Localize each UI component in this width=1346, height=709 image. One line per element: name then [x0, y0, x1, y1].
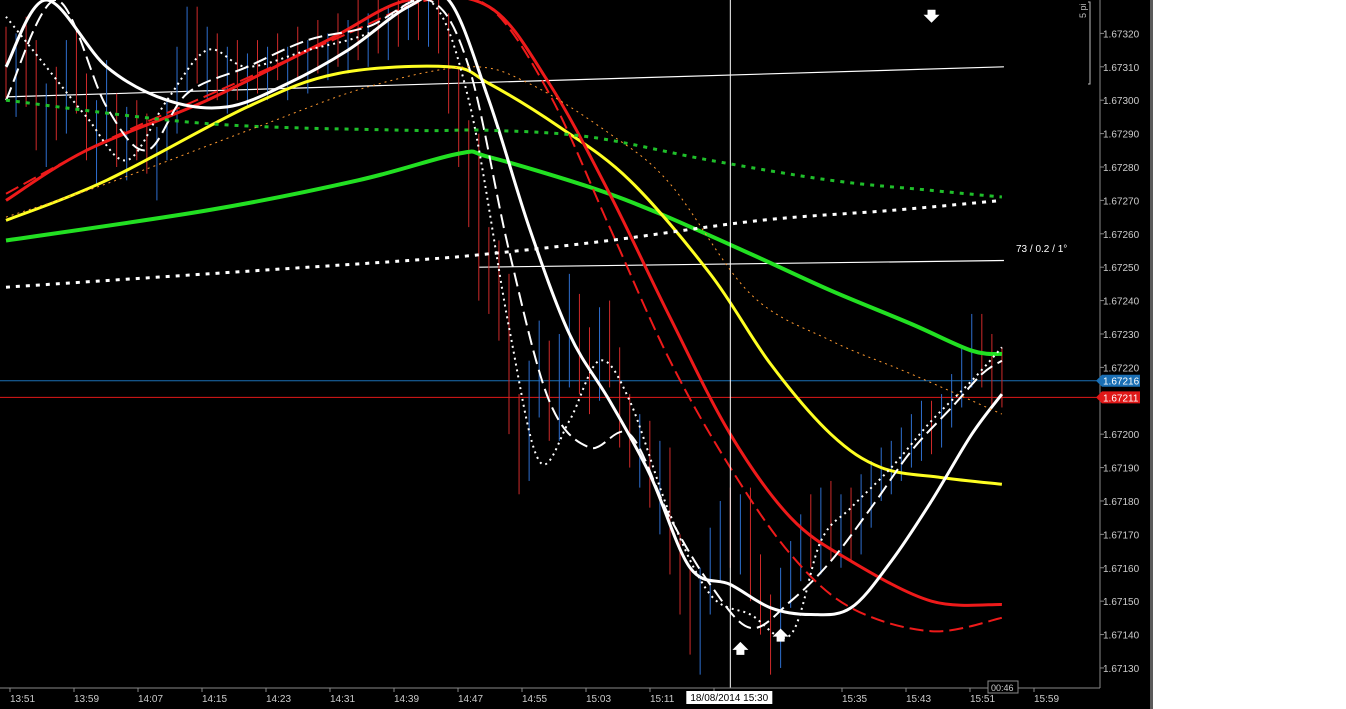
time-tick-label: 14:07 [138, 694, 163, 705]
arrow-up-icon[interactable] [732, 641, 749, 655]
moving-average-5 [5, 0, 1003, 630]
time-tick-label: 14:31 [330, 694, 355, 705]
window-border [1150, 0, 1153, 709]
time-tick-label: 15:43 [906, 694, 931, 705]
price-label-0: 1.67216 [1103, 377, 1140, 388]
price-tick-label: 1.67130 [1103, 664, 1140, 675]
price-tick-label: 1.67260 [1103, 230, 1140, 241]
price-tick-label: 1.67160 [1103, 564, 1140, 575]
price-tick-label: 1.67250 [1103, 263, 1140, 274]
candles-layer [5, 0, 1003, 675]
time-tick-label: 13:59 [74, 694, 99, 705]
price-tick-label: 1.67150 [1103, 597, 1140, 608]
price-label-1: 1.67211 [1103, 393, 1139, 404]
price-tick-label: 1.67200 [1103, 430, 1140, 441]
countdown-label: 00:46 [991, 683, 1014, 693]
crosshair-time-label: 18/08/2014 15:30 [690, 693, 768, 704]
arrow-down-icon[interactable] [923, 9, 940, 23]
price-tick-label: 1.67170 [1103, 530, 1140, 541]
time-tick-label: 14:23 [266, 694, 291, 705]
axis-bracket [1088, 1, 1091, 85]
moving-average-1 [5, 64, 1003, 486]
moving-average-7 [5, 198, 1003, 289]
horizontal-lines-layer [0, 380, 1100, 398]
arrow-up-icon[interactable] [772, 628, 789, 642]
time-tick-label: 13:51 [10, 694, 35, 705]
arrows-layer [732, 9, 940, 655]
price-tick-label: 1.67180 [1103, 497, 1140, 508]
price-tick-label: 1.67280 [1103, 163, 1140, 174]
time-tick-label: 15:51 [970, 694, 995, 705]
price-tick-label: 1.67320 [1103, 29, 1140, 40]
axes-layer: 1.67130 1.67140 1.67150 1.67160 1.67170 1.671… [0, 0, 1140, 705]
time-tick-label: 14:39 [394, 694, 419, 705]
time-tick-label: 14:55 [522, 694, 547, 705]
price-tick-label: 1.67140 [1103, 631, 1140, 642]
time-tick-label: 15:03 [586, 694, 611, 705]
time-tick-label: 15:35 [842, 694, 867, 705]
timeframe-label: 5 pi [1078, 3, 1088, 18]
trendline-annotation: 73 / 0.2 / 1° [1016, 244, 1067, 255]
price-tick-label: 1.67290 [1103, 130, 1140, 141]
price-tick-label: 1.67240 [1103, 297, 1140, 308]
time-tick-label: 15:11 [650, 694, 675, 705]
price-tick-label: 1.67270 [1103, 196, 1140, 207]
time-tick-label: 14:15 [202, 694, 227, 705]
time-tick-label: 15:59 [1034, 694, 1059, 705]
moving-averages-layer [4, 0, 1004, 639]
price-chart[interactable]: 1.67130 1.67140 1.67150 1.67160 1.67170 1.671… [0, 0, 1150, 709]
price-tick-label: 1.67190 [1103, 464, 1140, 475]
chart-window[interactable]: 1.67130 1.67140 1.67150 1.67160 1.67170 1.671… [0, 0, 1152, 709]
time-tick-label: 14:47 [458, 694, 483, 705]
price-tick-label: 1.67310 [1103, 63, 1140, 74]
trendline-1[interactable] [478, 259, 1004, 268]
price-tick-label: 1.67230 [1103, 330, 1140, 341]
price-tick-label: 1.67220 [1103, 363, 1140, 374]
price-tick-label: 1.67300 [1103, 96, 1140, 107]
